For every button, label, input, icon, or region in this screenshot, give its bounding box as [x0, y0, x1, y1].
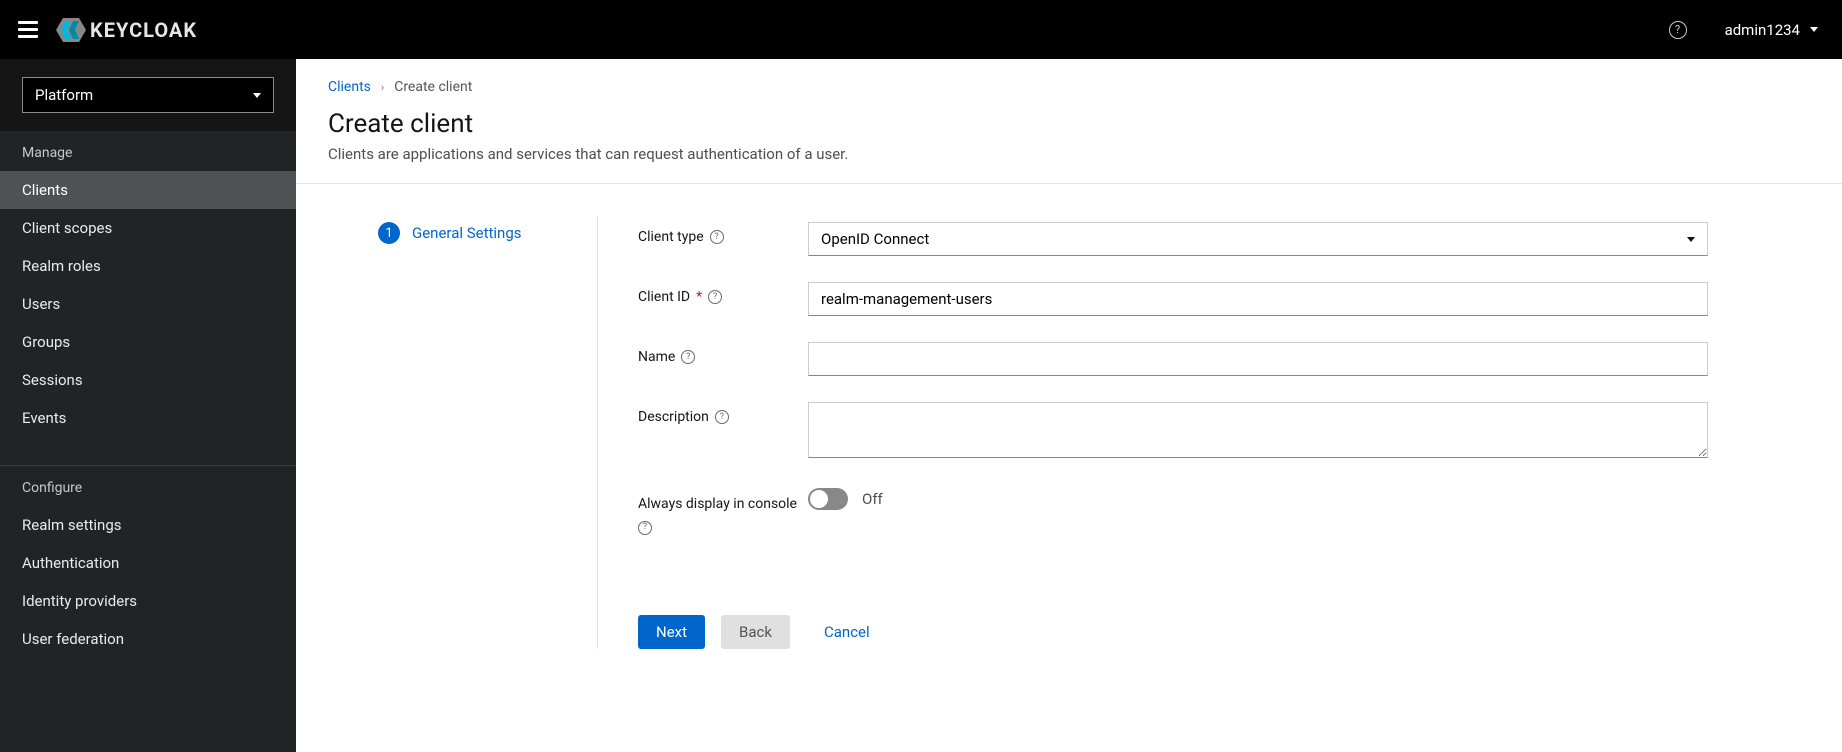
realm-selector[interactable]: Platform	[22, 77, 274, 113]
sidebar: Platform Manage Clients Client scopes Re…	[0, 59, 296, 752]
brand[interactable]: KEYCLOAK	[56, 18, 197, 42]
sidebar-item-client-scopes[interactable]: Client scopes	[0, 209, 296, 247]
help-icon[interactable]: ?	[681, 350, 695, 364]
sidebar-item-identity-providers[interactable]: Identity providers	[0, 582, 296, 620]
help-icon[interactable]: ?	[1669, 21, 1687, 39]
back-button[interactable]: Back	[721, 615, 790, 649]
nav-section-configure: Configure	[0, 465, 296, 506]
next-button[interactable]: Next	[638, 615, 705, 649]
top-header: KEYCLOAK ? admin1234	[0, 0, 1842, 59]
breadcrumb-current: Create client	[394, 79, 472, 95]
wizard-nav: 1 General Settings	[328, 216, 598, 649]
sidebar-item-authentication[interactable]: Authentication	[0, 544, 296, 582]
description-textarea[interactable]	[808, 402, 1708, 458]
always-display-toggle[interactable]	[808, 488, 848, 510]
breadcrumb: Clients › Create client	[328, 79, 1810, 95]
realm-name: Platform	[35, 86, 93, 104]
username: admin1234	[1725, 21, 1800, 39]
sidebar-item-realm-roles[interactable]: Realm roles	[0, 247, 296, 285]
header-left: KEYCLOAK	[18, 18, 197, 42]
user-menu[interactable]: admin1234	[1725, 21, 1818, 39]
sidebar-item-sessions[interactable]: Sessions	[0, 361, 296, 399]
help-icon[interactable]: ?	[715, 410, 729, 424]
help-icon[interactable]: ?	[638, 521, 652, 535]
always-display-label: Always display in console	[638, 495, 797, 515]
sidebar-item-realm-settings[interactable]: Realm settings	[0, 506, 296, 544]
chevron-right-icon: ›	[381, 81, 384, 94]
step-label: General Settings	[412, 224, 522, 242]
client-type-select[interactable]: OpenID Connect	[808, 222, 1708, 256]
always-display-state: Off	[862, 490, 883, 508]
keycloak-logo-icon	[56, 18, 86, 42]
main-content: Clients › Create client Create client Cl…	[296, 59, 1842, 752]
sidebar-item-users[interactable]: Users	[0, 285, 296, 323]
help-icon[interactable]: ?	[708, 290, 722, 304]
required-marker: *	[696, 289, 702, 305]
caret-down-icon	[1687, 237, 1695, 242]
description-label: Description	[638, 409, 709, 425]
name-label: Name	[638, 349, 675, 365]
client-type-label: Client type	[638, 229, 704, 245]
hamburger-menu-icon[interactable]	[18, 21, 38, 38]
caret-down-icon	[1810, 27, 1818, 32]
form-area: Client type ? OpenID Connect Client ID *	[598, 216, 1708, 649]
name-input[interactable]	[808, 342, 1708, 376]
sidebar-item-user-federation[interactable]: User federation	[0, 620, 296, 658]
client-id-label: Client ID	[638, 289, 690, 305]
client-type-value: OpenID Connect	[821, 230, 929, 248]
breadcrumb-parent[interactable]: Clients	[328, 79, 371, 95]
sidebar-item-events[interactable]: Events	[0, 399, 296, 437]
cancel-button[interactable]: Cancel	[806, 615, 888, 649]
page-description: Clients are applications and services th…	[328, 145, 1810, 163]
caret-down-icon	[253, 93, 261, 98]
step-number-badge: 1	[378, 222, 400, 244]
divider	[296, 183, 1842, 184]
page-title: Create client	[328, 109, 1810, 139]
client-id-input[interactable]	[808, 282, 1708, 316]
sidebar-item-clients[interactable]: Clients	[0, 171, 296, 209]
brand-text: KEYCLOAK	[90, 18, 197, 42]
sidebar-item-groups[interactable]: Groups	[0, 323, 296, 361]
header-right: ? admin1234	[1669, 21, 1818, 39]
nav-section-manage: Manage	[0, 131, 296, 171]
wizard-step-general-settings[interactable]: 1 General Settings	[378, 222, 577, 244]
help-icon[interactable]: ?	[710, 230, 724, 244]
